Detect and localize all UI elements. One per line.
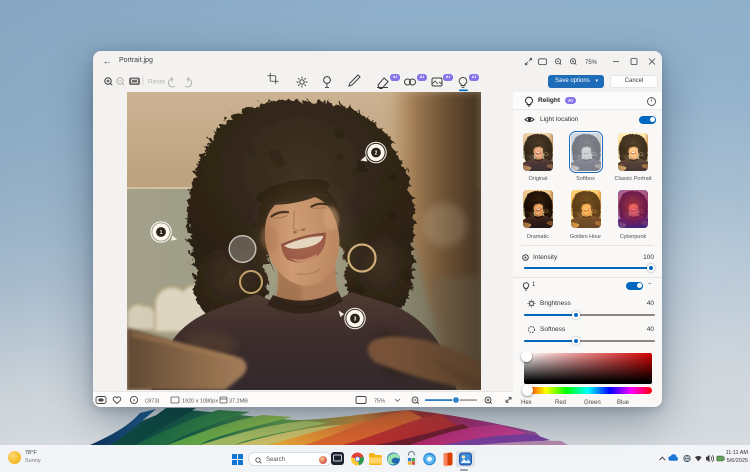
svg-text:37.2MB: 37.2MB: [229, 399, 248, 405]
svg-text:75%: 75%: [374, 399, 385, 405]
svg-text:(3/73): (3/73): [145, 399, 160, 405]
svg-text:1: 1: [160, 230, 163, 236]
svg-text:3: 3: [354, 317, 357, 323]
svg-text:2: 2: [375, 151, 378, 157]
svg-text:Reset: Reset: [148, 79, 165, 86]
svg-text:1920 x 1080px: 1920 x 1080px: [182, 399, 218, 405]
svg-text:75%: 75%: [585, 60, 598, 66]
